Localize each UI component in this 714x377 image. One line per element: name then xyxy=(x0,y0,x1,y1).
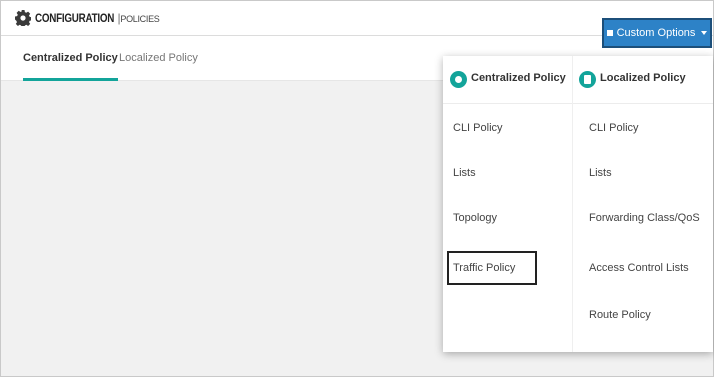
custom-options-button[interactable]: Custom Options xyxy=(602,18,712,48)
window-frame: CONFIGURATION |POLICIES Centralized Polic… xyxy=(0,0,714,377)
chevron-down-icon xyxy=(701,31,708,35)
menu-item-access-control-lists[interactable]: Access Control Lists xyxy=(589,251,689,285)
tab-label: Centralized Policy xyxy=(23,52,118,64)
localized-policy-column: Localized Policy CLI Policy Lists Forwar… xyxy=(573,56,713,352)
centralized-policy-title: Centralized Policy xyxy=(471,72,566,84)
menu-item-forwarding-class-qos[interactable]: Forwarding Class/QoS xyxy=(589,201,700,235)
menu-item-lists[interactable]: Lists xyxy=(453,156,476,190)
localized-policy-title: Localized Policy xyxy=(600,72,686,84)
tab-label: Localized Policy xyxy=(119,52,198,64)
menu-item-traffic-policy[interactable]: Traffic Policy xyxy=(447,251,537,285)
custom-options-label: Custom Options xyxy=(616,27,696,39)
menu-item-lists[interactable]: Lists xyxy=(589,156,612,190)
breadcrumb: CONFIGURATION |POLICIES xyxy=(35,12,160,26)
square-icon xyxy=(606,30,613,36)
tab-centralized-policy[interactable]: Centralized Policy xyxy=(23,36,118,81)
menu-item-route-policy[interactable]: Route Policy xyxy=(589,298,651,332)
localized-policy-icon xyxy=(579,71,596,88)
menu-item-topology[interactable]: Topology xyxy=(453,201,497,235)
menu-item-cli-policy[interactable]: CLI Policy xyxy=(453,111,503,145)
centralized-policy-column: Centralized Policy CLI Policy Lists Topo… xyxy=(443,56,573,352)
localized-policy-header: Localized Policy xyxy=(573,56,713,104)
centralized-policy-header: Centralized Policy xyxy=(443,56,572,104)
menu-item-cli-policy[interactable]: CLI Policy xyxy=(589,111,639,145)
tab-localized-policy[interactable]: Localized Policy xyxy=(119,36,198,80)
custom-options-dropdown: Centralized Policy CLI Policy Lists Topo… xyxy=(443,56,713,352)
gear-icon xyxy=(15,10,31,26)
breadcrumb-subtitle: POLICIES xyxy=(120,14,160,24)
centralized-policy-icon xyxy=(450,71,467,88)
breadcrumb-title: CONFIGURATION xyxy=(35,11,115,25)
